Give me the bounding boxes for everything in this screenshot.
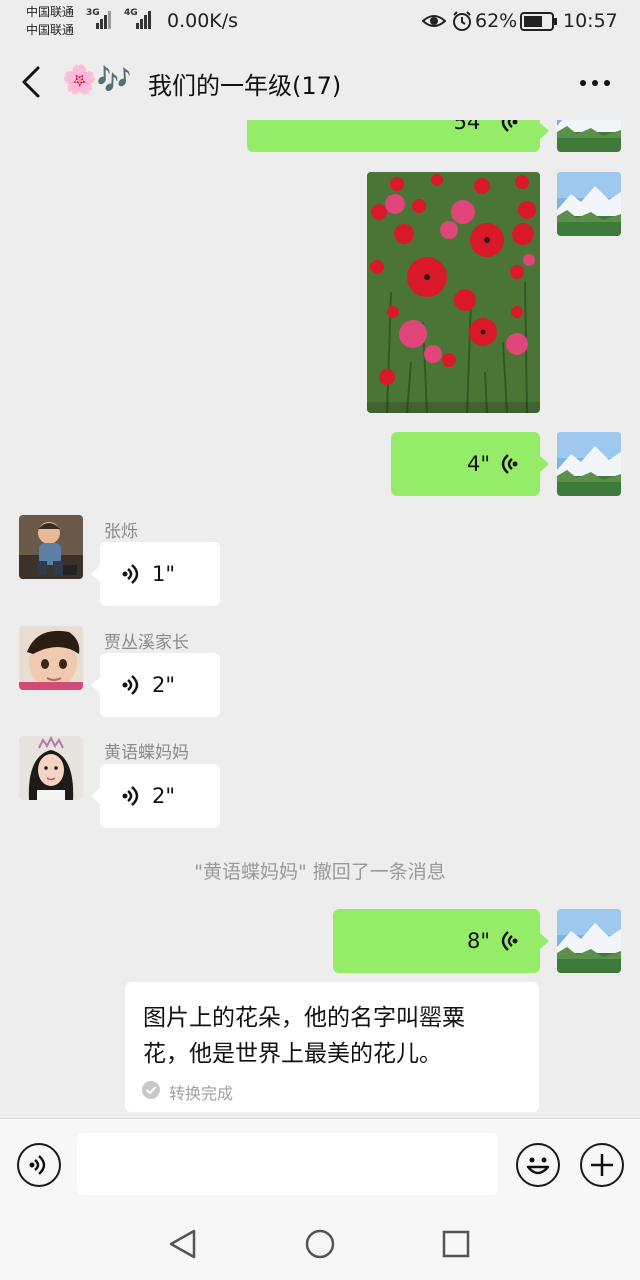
nav-back-icon[interactable] (168, 1228, 198, 1260)
voice-wave-icon (122, 564, 139, 584)
voice-message-member[interactable]: 2" (100, 764, 220, 828)
voice-wave-icon (122, 675, 139, 695)
voice-message-self[interactable]: 8" (333, 909, 540, 973)
back-chevron-icon[interactable] (18, 64, 46, 100)
voice-message-self[interactable]: 4" (391, 432, 540, 496)
voice-wave-icon (122, 786, 139, 806)
carrier-1: 中国联通 (26, 5, 75, 19)
voice-duration: 2" (152, 784, 176, 808)
emoji-button[interactable] (516, 1143, 560, 1187)
check-circle-icon (142, 1081, 160, 1099)
smiley-icon (526, 1157, 550, 1175)
sender-name: 贾丛溪家长 (104, 633, 189, 653)
more-dots-icon[interactable] (578, 78, 612, 88)
sender-name: 张烁 (104, 522, 138, 542)
voice-duration: 1" (152, 562, 176, 586)
alarm-icon (453, 11, 471, 31)
voice-message-member[interactable]: 2" (100, 653, 220, 717)
transcript-status: 转换完成 (169, 1084, 234, 1103)
image-message-poppies[interactable] (367, 172, 540, 413)
network-speed: 0.00K/s (167, 10, 239, 32)
voice-message-member[interactable]: 1" (100, 542, 220, 606)
title-emoji: 🌸🎶 (62, 63, 132, 96)
status-bar: 中国联通 中国联通 3G 4G 0.00K/s 62% 10:57 (0, 0, 640, 44)
self-avatar[interactable] (557, 120, 621, 152)
voice-input-button[interactable] (17, 1143, 61, 1187)
voice-duration: 4" (466, 452, 490, 476)
battery-icon (520, 12, 557, 31)
self-avatar[interactable] (557, 172, 621, 236)
member-avatar[interactable] (19, 736, 83, 800)
more-functions-button[interactable] (580, 1143, 624, 1187)
signal-icon (96, 10, 112, 30)
clock: 10:57 (563, 10, 618, 32)
voice-wave-icon (29, 1155, 46, 1175)
self-avatar[interactable] (557, 909, 621, 973)
recall-notice: "黄语蝶妈妈" 撤回了一条消息 (194, 861, 446, 883)
bubble-tail (540, 933, 549, 949)
voice-duration: 54" (453, 120, 490, 134)
voice-duration: 2" (152, 673, 176, 697)
nav-home-icon[interactable] (304, 1228, 336, 1260)
member-avatar[interactable] (19, 626, 83, 690)
message-list[interactable]: 54" 4" 张烁 1" 贾丛溪家长 2" 黄语蝶妈妈 2" "黄语蝶妈妈" 撤… (0, 120, 640, 1118)
bubble-tail (91, 677, 100, 693)
system-nav-bar (0, 1214, 640, 1280)
battery-percent: 62% (475, 10, 518, 32)
bubble-tail (540, 123, 549, 139)
bubble-tail (91, 566, 100, 582)
plus-icon (591, 1154, 613, 1176)
carrier-2: 中国联通 (26, 23, 75, 37)
voice-message-self[interactable]: 54" (247, 120, 540, 152)
member-avatar[interactable] (19, 515, 83, 579)
nav-recents-icon[interactable] (441, 1229, 471, 1259)
message-input[interactable] (77, 1133, 498, 1195)
self-avatar[interactable] (557, 432, 621, 496)
voice-wave-icon (501, 120, 518, 132)
input-bar (0, 1118, 640, 1215)
chat-title: 我们的一年级(17) (148, 72, 342, 100)
chat-header: 🌸🎶 我们的一年级(17) (0, 44, 640, 120)
voice-transcript-card[interactable]: 图片上的花朵，他的名字叫罂粟 花，他是世界上最美的花儿。 转换完成 (125, 982, 539, 1112)
signal-icon-2 (136, 10, 152, 30)
bubble-tail (540, 456, 549, 472)
transcript-line-1: 图片上的花朵，他的名字叫罂粟 (143, 1005, 465, 1031)
voice-duration: 8" (466, 929, 490, 953)
eye-icon (422, 15, 446, 27)
voice-wave-icon (501, 454, 518, 474)
sender-name: 黄语蝶妈妈 (104, 743, 189, 763)
transcript-line-2: 花，他是世界上最美的花儿。 (143, 1041, 442, 1067)
voice-wave-icon (501, 931, 518, 951)
bubble-tail (91, 788, 100, 804)
